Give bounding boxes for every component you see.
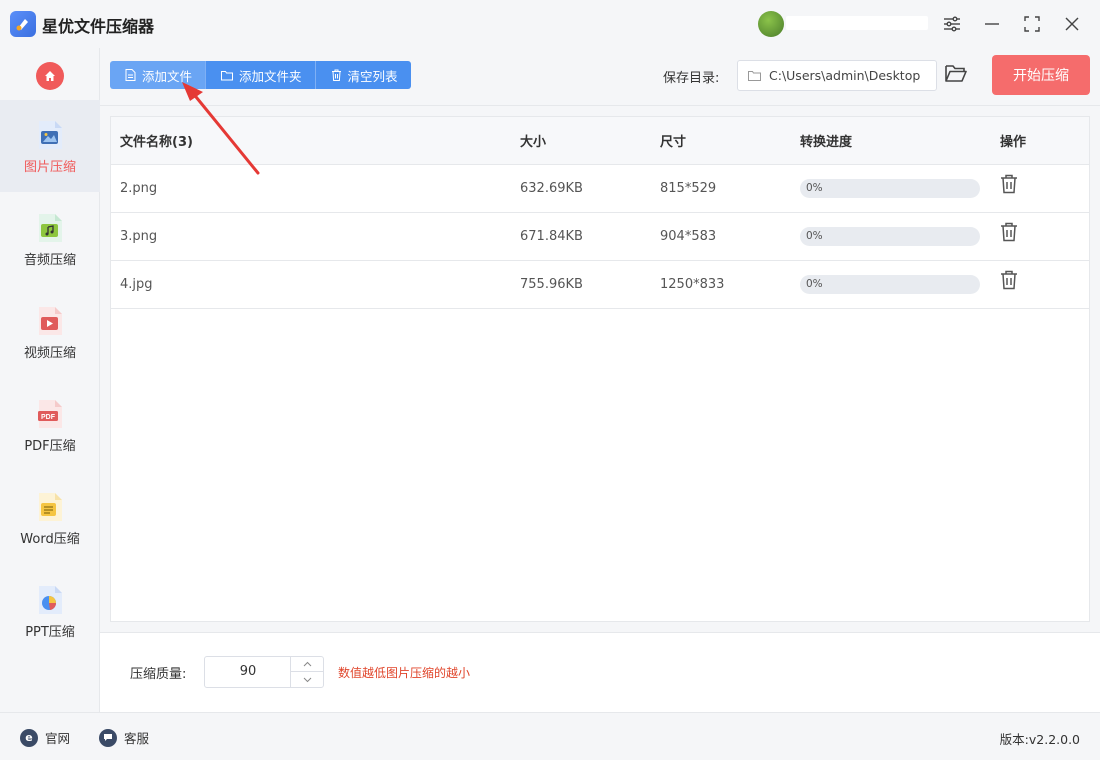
add-file-label: 添加文件 xyxy=(142,68,193,84)
save-dir-value: C:\Users\admin\Desktop xyxy=(769,68,921,83)
minimize-icon[interactable] xyxy=(978,10,1006,38)
sidebar-item-label: PPT压缩 xyxy=(25,625,75,640)
user-avatar[interactable] xyxy=(758,11,784,37)
header-size: 大小 xyxy=(520,135,547,150)
settings-sliders-icon[interactable] xyxy=(938,10,966,38)
audio-file-icon xyxy=(37,213,63,243)
sidebar-item-word[interactable]: Word压缩 xyxy=(0,472,100,564)
header-dimensions: 尺寸 xyxy=(660,135,687,150)
sidebar-item-video[interactable]: 视频压缩 xyxy=(0,286,100,378)
add-folder-button[interactable]: 添加文件夹 xyxy=(206,61,316,89)
sidebar-item-ppt[interactable]: PPT压缩 xyxy=(0,565,100,657)
start-compress-button[interactable]: 开始压缩 xyxy=(992,55,1090,95)
ie-e-icon: e xyxy=(20,728,38,747)
file-button-group: 添加文件 添加文件夹 清空列表 xyxy=(110,61,411,89)
sidebar-item-label: PDF压缩 xyxy=(24,439,76,454)
app-title: 星优文件压缩器 xyxy=(42,17,155,36)
file-size: 632.69KB xyxy=(520,181,583,196)
close-icon[interactable] xyxy=(1058,10,1086,38)
title-bar: 星优文件压缩器 xyxy=(0,0,1100,48)
sidebar-item-label: 视频压缩 xyxy=(23,346,76,361)
add-file-button[interactable]: 添加文件 xyxy=(110,61,207,89)
user-name-redacted xyxy=(786,16,928,30)
file-dimensions: 815*529 xyxy=(660,181,717,196)
sidebar-item-label: Word压缩 xyxy=(20,532,80,547)
file-dimensions: 904*583 xyxy=(660,229,717,244)
progress-text: 0% xyxy=(806,230,823,242)
home-button[interactable] xyxy=(36,62,64,90)
toolbar: 添加文件 添加文件夹 清空列表 保存目录: C:\Users\admin\Des… xyxy=(100,48,1100,106)
header-actions: 操作 xyxy=(1000,135,1027,150)
quality-panel: 压缩质量: 90 数值越低图片压缩的越小 xyxy=(100,632,1100,712)
word-file-icon xyxy=(37,492,63,522)
app-logo-icon xyxy=(10,11,36,37)
header-filename: 文件名称(3) xyxy=(120,135,193,150)
delete-trash-icon[interactable] xyxy=(1000,222,1018,246)
progress-text: 0% xyxy=(806,182,823,194)
browse-folder-icon[interactable] xyxy=(945,64,969,86)
file-dimensions: 1250*833 xyxy=(660,277,725,292)
progress-text: 0% xyxy=(806,278,823,290)
progress-bar: 0% xyxy=(800,227,980,246)
website-link[interactable]: e 官网 xyxy=(20,728,70,747)
add-folder-label: 添加文件夹 xyxy=(239,68,302,84)
table-row[interactable]: 3.png 671.84KB 904*583 0% xyxy=(111,213,1089,261)
quality-label: 压缩质量: xyxy=(130,667,187,682)
maximize-icon[interactable] xyxy=(1018,10,1046,38)
header-progress: 转换进度 xyxy=(800,135,853,150)
sidebar-item-audio[interactable]: 音频压缩 xyxy=(0,193,100,285)
trash-icon xyxy=(331,69,341,81)
increment-chevron-up-icon[interactable] xyxy=(291,657,323,672)
chat-bubble-icon xyxy=(99,728,117,747)
clear-list-button[interactable]: 清空列表 xyxy=(315,61,411,89)
sidebar-item-pdf[interactable]: PDF PDF压缩 xyxy=(0,379,100,471)
support-label: 客服 xyxy=(124,731,150,746)
table-row[interactable]: 2.png 632.69KB 815*529 0% xyxy=(111,165,1089,213)
folder-icon xyxy=(748,71,761,81)
save-dir-label: 保存目录: xyxy=(663,71,720,86)
delete-trash-icon[interactable] xyxy=(1000,174,1018,198)
file-size: 671.84KB xyxy=(520,229,583,244)
image-file-icon xyxy=(37,120,63,150)
save-dir-field[interactable]: C:\Users\admin\Desktop xyxy=(737,60,937,91)
quality-hint: 数值越低图片压缩的越小 xyxy=(338,666,471,680)
sidebar-item-label: 图片压缩 xyxy=(23,160,76,175)
progress-bar: 0% xyxy=(800,275,980,294)
file-name: 2.png xyxy=(120,181,158,196)
pdf-file-icon: PDF xyxy=(37,399,63,429)
folder-icon xyxy=(221,70,234,80)
table-header: 文件名称(3) 大小 尺寸 转换进度 操作 xyxy=(111,117,1089,165)
sidebar-item-image[interactable]: 图片压缩 xyxy=(0,100,100,192)
sidebar-item-label: 音频压缩 xyxy=(23,253,76,268)
status-bar: e 官网 客服 版本:v2.2.0.0 xyxy=(0,712,1100,760)
quality-stepper[interactable]: 90 xyxy=(204,656,324,688)
ppt-file-icon xyxy=(37,585,63,615)
file-icon xyxy=(125,69,136,81)
home-icon xyxy=(45,71,55,81)
decrement-chevron-down-icon[interactable] xyxy=(291,672,323,687)
sidebar: 图片压缩 音频压缩 视频压缩 PDF PDF压缩 Word压缩 PPT压缩 xyxy=(0,48,100,712)
version-text: 版本:v2.2.0.0 xyxy=(999,732,1080,747)
quality-value[interactable]: 90 xyxy=(205,657,291,687)
delete-trash-icon[interactable] xyxy=(1000,270,1018,294)
clear-list-label: 清空列表 xyxy=(347,68,398,84)
progress-bar: 0% xyxy=(800,179,980,198)
website-label: 官网 xyxy=(45,731,71,746)
stepper-buttons xyxy=(290,657,323,687)
svg-text:PDF: PDF xyxy=(41,414,56,421)
file-name: 4.jpg xyxy=(120,277,153,292)
file-table: 文件名称(3) 大小 尺寸 转换进度 操作 2.png 632.69KB 815… xyxy=(110,116,1090,622)
file-size: 755.96KB xyxy=(520,277,583,292)
file-name: 3.png xyxy=(120,229,158,244)
video-file-icon xyxy=(37,306,63,336)
table-row[interactable]: 4.jpg 755.96KB 1250*833 0% xyxy=(111,261,1089,309)
support-link[interactable]: 客服 xyxy=(99,728,149,747)
